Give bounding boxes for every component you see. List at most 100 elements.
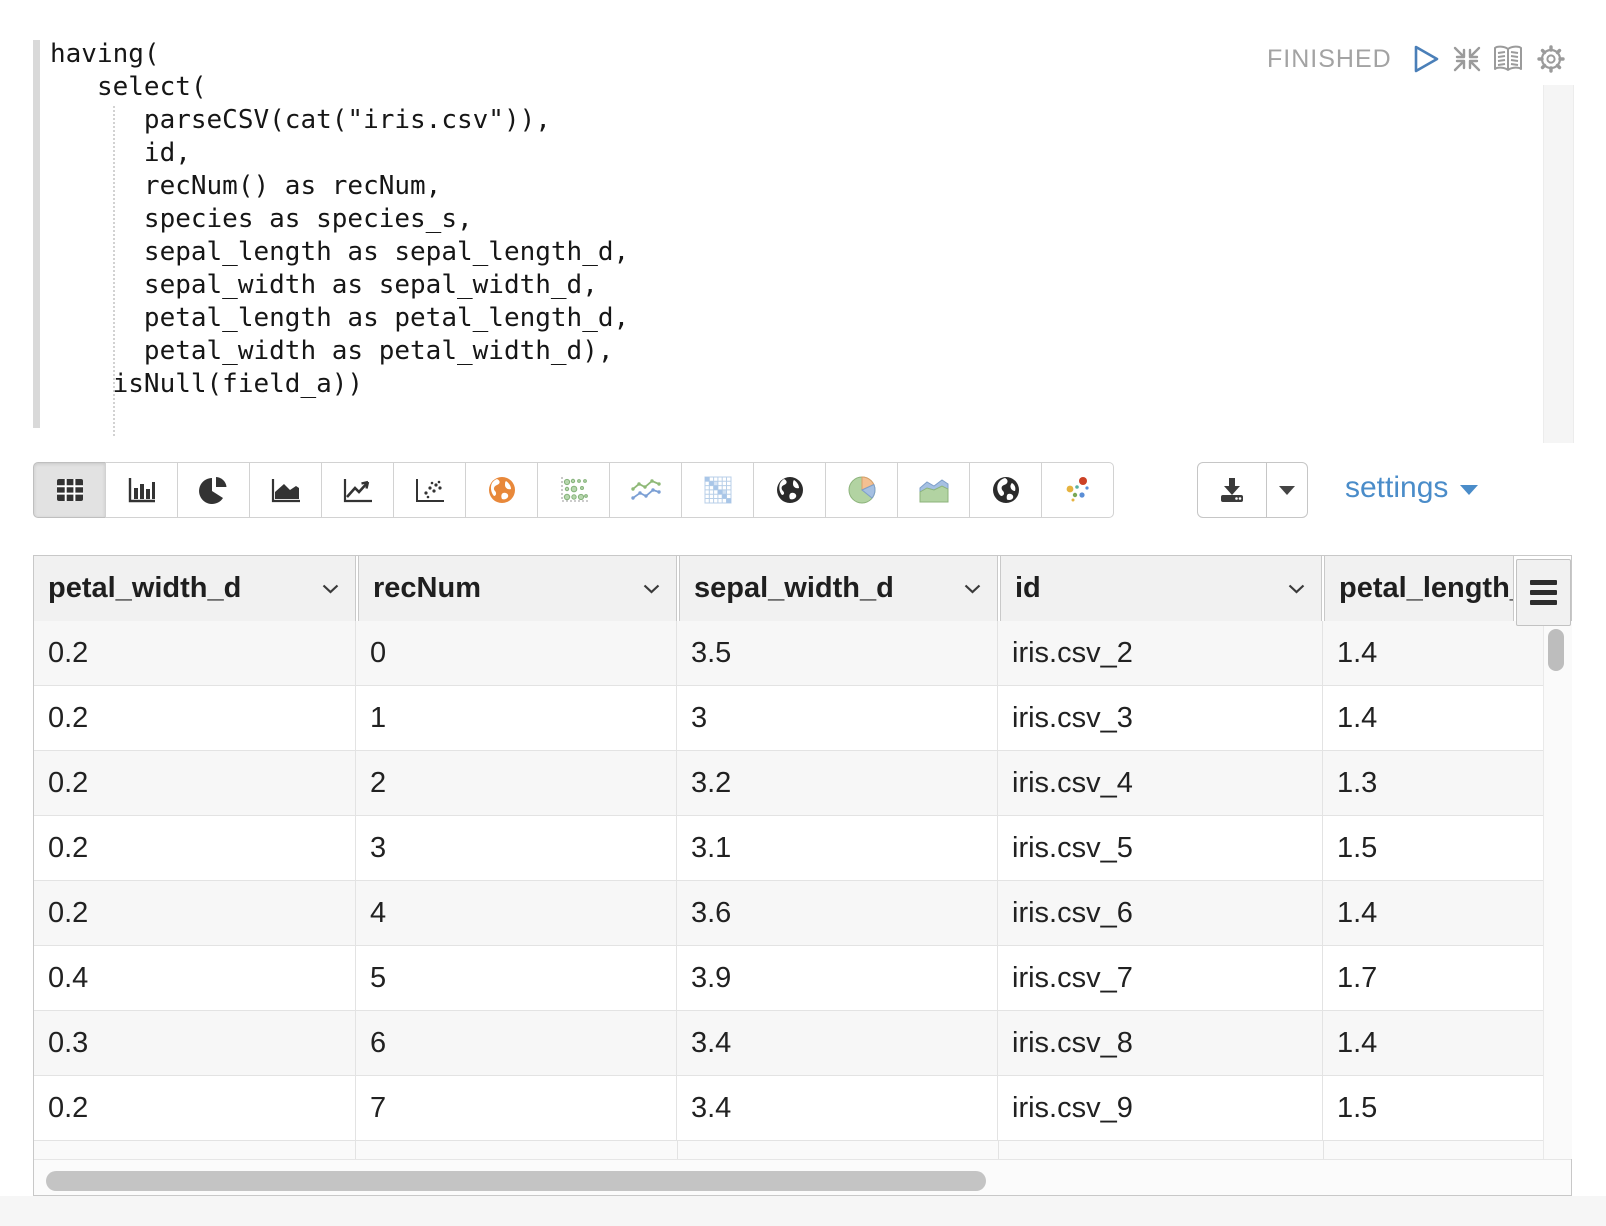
chart-type-scatter-colored-button[interactable] (1041, 462, 1114, 518)
chevron-down-icon[interactable] (1288, 584, 1305, 594)
pie-chart-icon (199, 475, 229, 505)
chart-type-toolbar (33, 462, 1114, 518)
table-cell: 0.2 (34, 881, 356, 945)
chart-type-table-button[interactable] (33, 462, 106, 518)
zeppelin-paragraph: having( select( parseCSV(cat("iris.csv")… (0, 0, 1606, 1226)
table-cell: 6 (356, 1011, 677, 1075)
chart-type-multiline-button[interactable] (609, 462, 682, 518)
table-cell: 1.4 (1323, 1011, 1543, 1075)
table-cell: 1 (356, 686, 677, 750)
gear-icon (1534, 42, 1568, 76)
column-header-petal-width[interactable]: petal_width_d (34, 556, 356, 621)
table-row: 0.273.4iris.csv_91.5 (34, 1076, 1544, 1141)
vertical-scrollbar-thumb[interactable] (1548, 629, 1564, 671)
table-cell: 3.4 (677, 1011, 998, 1075)
settings-link[interactable]: settings (1345, 471, 1478, 505)
table-row: 0.453.9iris.csv_71.7 (34, 946, 1544, 1011)
table-cell: iris.csv_2 (998, 621, 1323, 685)
editor-scrollbar-track[interactable] (1543, 85, 1574, 443)
chart-type-bar-button[interactable] (105, 462, 178, 518)
table-cell: 1.5 (1323, 816, 1543, 880)
chevron-down-icon[interactable] (964, 584, 981, 594)
scatter-plot-icon (414, 476, 446, 504)
partial-row (34, 1141, 1544, 1159)
table-cell: 1.3 (1323, 751, 1543, 815)
heatmap-icon (703, 475, 733, 505)
editor-gutter (33, 40, 40, 428)
table-row: 0.233.1iris.csv_51.5 (34, 816, 1544, 881)
table-cell: 3 (677, 686, 998, 750)
table-cell: 3.9 (677, 946, 998, 1010)
pie-chart-pastel-icon (846, 474, 878, 506)
stacked-area-chart-icon (917, 476, 951, 504)
column-label: id (1015, 572, 1041, 605)
vertical-scrollbar-track[interactable] (1543, 621, 1572, 1159)
table-cell: 3.5 (677, 621, 998, 685)
table-cell: 3.1 (677, 816, 998, 880)
table-cell: iris.csv_6 (998, 881, 1323, 945)
column-label: sepal_width_d (694, 572, 894, 605)
table-cell: 0.3 (34, 1011, 356, 1075)
table-icon (55, 477, 85, 503)
chevron-down-icon[interactable] (643, 584, 660, 594)
chart-type-bubble-button[interactable] (537, 462, 610, 518)
table-cell: 1.7 (1323, 946, 1543, 1010)
settings-label: settings (1345, 471, 1448, 505)
book-icon (1491, 42, 1525, 76)
paragraph-settings-button[interactable] (1534, 42, 1568, 76)
chart-type-line-button[interactable] (321, 462, 394, 518)
table-cell: iris.csv_9 (998, 1076, 1323, 1140)
chart-type-map-button[interactable] (465, 462, 538, 518)
table-row: 0.223.2iris.csv_41.3 (34, 751, 1544, 816)
table-cell: 0.2 (34, 686, 356, 750)
run-button[interactable] (1409, 42, 1443, 76)
table-header-row: petal_width_d recNum sepal_width_d id pe… (34, 556, 1517, 622)
table-cell: iris.csv_8 (998, 1011, 1323, 1075)
table-cell: 2 (356, 751, 677, 815)
chart-type-scatter-button[interactable] (393, 462, 466, 518)
download-button[interactable] (1197, 462, 1267, 518)
chart-type-globe-dark-button[interactable] (753, 462, 826, 518)
column-header-petal-length[interactable]: petal_length_d (1324, 556, 1514, 621)
bubble-chart-icon (558, 475, 590, 505)
table-cell: 3.4 (677, 1076, 998, 1140)
table-row: 0.243.6iris.csv_61.4 (34, 881, 1544, 946)
globe-dark-2-icon (991, 475, 1021, 505)
table-cell: 7 (356, 1076, 677, 1140)
table-row: 0.213iris.csv_31.4 (34, 686, 1544, 751)
download-options-button[interactable] (1266, 462, 1308, 518)
chart-type-globe-dark2-button[interactable] (969, 462, 1042, 518)
table-menu-button[interactable] (1516, 559, 1571, 626)
globe-orange-icon (487, 475, 517, 505)
scatter-colored-icon (1062, 474, 1094, 506)
chart-type-area-button[interactable] (249, 462, 322, 518)
table-row: 0.363.4iris.csv_81.4 (34, 1011, 1544, 1076)
table-cell: 1.4 (1323, 621, 1543, 685)
column-label: petal_length_d (1339, 572, 1514, 605)
collapse-button[interactable] (1450, 42, 1484, 76)
column-header-sepal-width[interactable]: sepal_width_d (679, 556, 998, 621)
column-header-recnum[interactable]: recNum (358, 556, 677, 621)
bar-chart-icon (127, 476, 157, 504)
table-cell: 1.5 (1323, 1076, 1543, 1140)
table-cell: 5 (356, 946, 677, 1010)
chevron-down-icon[interactable] (322, 584, 339, 594)
chart-type-stacked-area-button[interactable] (897, 462, 970, 518)
horizontal-scrollbar-thumb[interactable] (46, 1171, 986, 1191)
hamburger-icon (1530, 580, 1557, 585)
chart-type-heatmap-button[interactable] (681, 462, 754, 518)
show-editor-button[interactable] (1491, 42, 1525, 76)
column-label: petal_width_d (48, 572, 241, 605)
chart-type-pie-button[interactable] (177, 462, 250, 518)
area-chart-icon (270, 476, 302, 504)
table-cell: 1.4 (1323, 881, 1543, 945)
chart-type-pie-pastel-button[interactable] (825, 462, 898, 518)
globe-dark-icon (775, 475, 805, 505)
table-cell: 0.2 (34, 816, 356, 880)
table-cell: iris.csv_3 (998, 686, 1323, 750)
table-cell: 1.4 (1323, 686, 1543, 750)
play-icon (1409, 42, 1443, 76)
column-header-id[interactable]: id (1000, 556, 1322, 621)
table-cell: iris.csv_7 (998, 946, 1323, 1010)
code-editor[interactable]: having( select( parseCSV(cat("iris.csv")… (50, 38, 629, 401)
